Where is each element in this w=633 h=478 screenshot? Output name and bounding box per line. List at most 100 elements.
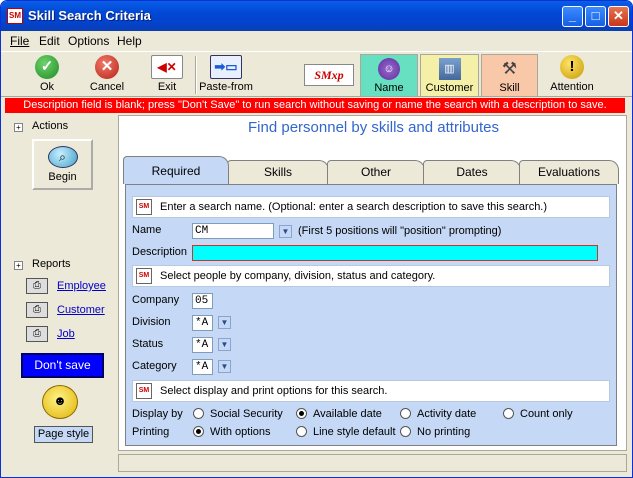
app-window: SM Skill Search Criteria _ □ ✕ File Edit… xyxy=(0,0,633,478)
printer-icon: ⎙ xyxy=(26,326,48,342)
tab-skills[interactable]: Skills xyxy=(227,160,329,184)
skill-button[interactable]: ⚒ Skill xyxy=(481,54,538,97)
display-social-security-radio[interactable] xyxy=(193,408,204,419)
search-name-input[interactable]: CM xyxy=(192,223,274,239)
description-input[interactable] xyxy=(192,245,598,261)
minimize-button[interactable]: _ xyxy=(562,6,583,27)
section-search-name-text: Enter a search name. (Optional: enter a … xyxy=(160,201,548,213)
printer-icon: ⎙ xyxy=(26,302,48,318)
begin-button[interactable]: ⌕ Begin xyxy=(32,139,93,190)
status-dropdown-icon[interactable]: ▼ xyxy=(218,338,231,351)
report-customer-link[interactable]: Customer xyxy=(57,304,105,316)
status-bar xyxy=(118,454,627,472)
display-available-date-label: Available date xyxy=(313,408,382,420)
company-label: Company xyxy=(132,294,180,306)
toolbar-separator xyxy=(195,56,197,94)
display-count-only-radio[interactable] xyxy=(503,408,514,419)
printing-line-style-label: Line style default xyxy=(313,426,396,438)
exit-arrow-icon: ◀✕ xyxy=(151,55,183,79)
tab-strip: Required Skills Other Dates Evaluations xyxy=(123,156,619,184)
actions-expand-icon[interactable]: + xyxy=(14,123,23,132)
customer-label: Customer xyxy=(425,82,474,94)
section-select-people-text: Select people by company, division, stat… xyxy=(160,270,436,282)
printing-with-options-label: With options xyxy=(210,426,271,438)
category-dropdown-icon[interactable]: ▼ xyxy=(218,360,231,373)
company-input[interactable]: 05 xyxy=(192,293,213,309)
menu-options[interactable]: Options xyxy=(68,34,109,48)
exit-button[interactable]: ◀✕ Exit xyxy=(147,55,187,97)
cancel-button[interactable]: ✕ Cancel xyxy=(85,55,129,97)
display-activity-date-label: Activity date xyxy=(417,408,477,420)
smxp-small-icon: SM xyxy=(136,268,152,284)
name-hint: (First 5 positions will "position" promp… xyxy=(298,225,502,237)
category-label: Category xyxy=(132,360,177,372)
skill-label: Skill xyxy=(499,82,520,94)
paste-from-label: Paste-from xyxy=(199,81,253,93)
printer-icon: ⎙ xyxy=(26,278,48,294)
division-label: Division xyxy=(132,316,171,328)
printing-label: Printing xyxy=(132,426,170,438)
attention-label: Attention xyxy=(550,81,594,93)
tab-other[interactable]: Other xyxy=(327,160,425,184)
tools-icon: ⚒ xyxy=(501,59,518,78)
division-input[interactable]: *A xyxy=(192,315,213,331)
section-display-print: SM Select display and print options for … xyxy=(132,380,610,402)
exit-label: Exit xyxy=(157,81,177,93)
name-dropdown-icon[interactable]: ▼ xyxy=(279,225,292,238)
status-input[interactable]: *A xyxy=(192,337,213,353)
display-activity-date-radio[interactable] xyxy=(400,408,411,419)
customer-button[interactable]: ▥ Customer xyxy=(420,54,479,97)
name-button[interactable]: ☺ Name xyxy=(360,54,418,97)
category-input[interactable]: *A xyxy=(192,359,213,375)
display-available-date-radio[interactable] xyxy=(296,408,307,419)
ok-button[interactable]: ✓ Ok xyxy=(27,55,67,97)
toolbar: ✓ Ok ✕ Cancel ◀✕ Exit ➡▭ Paste-from SMxp… xyxy=(1,51,632,97)
actions-heading: Actions xyxy=(32,120,69,132)
close-button[interactable]: ✕ xyxy=(608,6,629,27)
checkmark-icon: ✓ xyxy=(35,55,59,79)
division-dropdown-icon[interactable]: ▼ xyxy=(218,316,231,329)
ok-label: Ok xyxy=(39,81,55,93)
printing-none-label: No printing xyxy=(417,426,471,438)
report-job-link[interactable]: Job xyxy=(57,328,75,340)
tab-required[interactable]: Required xyxy=(123,156,229,184)
page-style-button[interactable]: Page style xyxy=(34,426,93,443)
maximize-button[interactable]: □ xyxy=(585,6,606,27)
reports-heading: Reports xyxy=(32,258,71,270)
left-pane: + Actions ⌕ Begin + Reports ⎙ Employee ⎙… xyxy=(5,115,117,451)
attention-icon: ! xyxy=(560,55,584,79)
people-icon: ☺ xyxy=(378,58,400,80)
section-select-people: SM Select people by company, division, s… xyxy=(132,265,610,287)
smxp-logo: SMxp xyxy=(304,64,354,86)
report-employee-link[interactable]: Employee xyxy=(57,280,106,292)
display-social-security-label: Social Security xyxy=(210,408,283,420)
display-count-only-label: Count only xyxy=(520,408,573,420)
paste-from-button[interactable]: ➡▭ Paste-from xyxy=(199,55,253,97)
begin-label: Begin xyxy=(48,171,77,183)
required-tab-panel: SM Enter a search name. (Optional: enter… xyxy=(125,184,617,446)
smxp-small-icon: SM xyxy=(136,199,152,215)
dont-save-button[interactable]: Don't save xyxy=(21,353,104,378)
binoculars-icon: ⌕ xyxy=(47,146,78,168)
printing-with-options-radio[interactable] xyxy=(193,426,204,437)
menu-help[interactable]: Help xyxy=(117,34,142,48)
printing-line-style-radio[interactable] xyxy=(296,426,307,437)
status-label: Status xyxy=(132,338,164,350)
tab-evaluations[interactable]: Evaluations xyxy=(519,160,619,184)
app-icon: SM xyxy=(7,8,23,24)
menu-edit[interactable]: Edit xyxy=(39,34,60,48)
name-label: Name xyxy=(374,82,404,94)
attention-button[interactable]: ! Attention xyxy=(545,55,599,97)
printing-none-radio[interactable] xyxy=(400,426,411,437)
reports-expand-icon[interactable]: + xyxy=(14,261,23,270)
menu-file[interactable]: File xyxy=(10,34,29,48)
name-label: Name xyxy=(132,224,162,236)
menu-bar: File Edit Options Help xyxy=(1,31,632,51)
section-search-name: SM Enter a search name. (Optional: enter… xyxy=(132,196,610,218)
page-title: Find personnel by skills and attributes xyxy=(248,119,499,136)
cancel-icon: ✕ xyxy=(95,55,119,79)
display-by-label: Display by xyxy=(132,408,183,420)
window-title: Skill Search Criteria xyxy=(28,8,151,23)
tab-dates[interactable]: Dates xyxy=(423,160,521,184)
title-bar[interactable]: SM Skill Search Criteria _ □ ✕ xyxy=(1,1,632,31)
